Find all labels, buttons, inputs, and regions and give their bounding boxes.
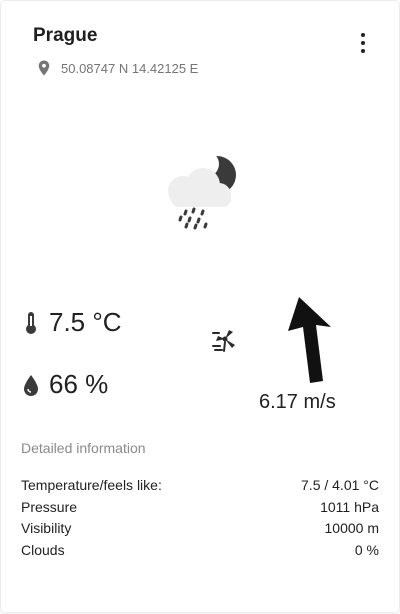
map-pin-icon <box>38 60 50 76</box>
more-vert-icon[interactable] <box>353 31 373 55</box>
details-list: Temperature/feels like: 7.5 / 4.01 °C Pr… <box>21 475 379 561</box>
detail-label: Pressure <box>21 498 78 515</box>
detail-row-pressure: Pressure 1011 hPa <box>21 497 379 519</box>
wind-direction-arrow-icon <box>288 297 331 383</box>
detail-row-temperature: Temperature/feels like: 7.5 / 4.01 °C <box>21 475 379 497</box>
detail-value: 0 % <box>354 541 379 558</box>
detailed-info-heading: Detailed information <box>21 440 146 456</box>
detail-value: 7.5 / 4.01 °C <box>301 477 379 493</box>
detail-row-clouds: Clouds 0 % <box>21 540 379 562</box>
detail-row-visibility: Visibility 10000 m <box>21 518 379 540</box>
wind-turbine-icon <box>212 330 235 352</box>
coordinates: 50.08747 N 14.42125 E <box>35 57 198 79</box>
detail-label: Visibility <box>21 520 72 536</box>
water-drop-icon <box>24 374 38 396</box>
humidity-value: 66 % <box>49 369 109 399</box>
weather-card: Prague 50.08747 N 14.42125 E 7.5 °C 66 %… <box>1 1 399 612</box>
thermometer-icon <box>26 311 36 334</box>
temperature-row: 7.5 °C <box>21 307 122 338</box>
humidity-row: 66 % <box>21 369 108 400</box>
coordinates-text: 50.08747 N 14.42125 E <box>61 60 199 76</box>
detail-value: 10000 m <box>324 520 379 536</box>
wind-speed-value: 6.17 m/s <box>259 391 336 413</box>
detail-label: Temperature/feels like: <box>21 477 162 493</box>
city-name: Prague <box>33 25 98 46</box>
detail-value: 1011 hPa <box>320 498 379 515</box>
detail-label: Clouds <box>21 541 65 558</box>
temperature-value: 7.5 °C <box>49 307 122 337</box>
cloudy-night-rain-icon <box>168 151 236 230</box>
